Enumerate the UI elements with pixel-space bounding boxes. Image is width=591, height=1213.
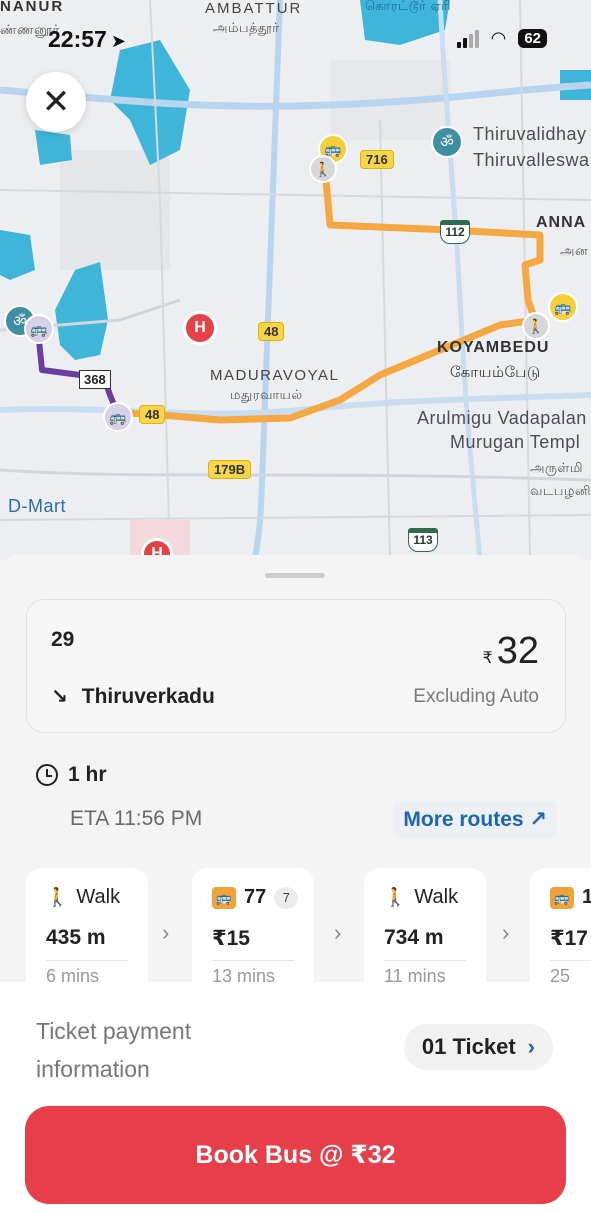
fare-value: 32 xyxy=(496,630,539,672)
leg-distance: 435 m xyxy=(46,926,106,949)
road-shield-48a: 48 xyxy=(258,322,285,341)
leg-card-walk-1[interactable]: 🚶 Walk 435 m 6 mins xyxy=(26,868,148,988)
road-shield-179b: 179B xyxy=(208,460,252,479)
clock-icon xyxy=(36,764,58,786)
highway-shield-112: 112 xyxy=(440,220,470,244)
leg-title: Walk xyxy=(76,886,121,908)
journey-legs[interactable]: 🚶 Walk 435 m 6 mins › 🚌 77 7 ₹15 13 mins… xyxy=(26,868,591,988)
map-label-tamil-topright: கொரட்டூர் ஏரி xyxy=(365,0,452,13)
status-time-text: 22:57 xyxy=(48,26,107,52)
bus-stop-koyambedu-icon[interactable]: 🚌 xyxy=(548,292,578,322)
road-shield-368: 368 xyxy=(79,370,111,389)
hospital-icon[interactable]: H xyxy=(183,311,217,345)
bus-stop-transfer-icon[interactable]: 🚌 xyxy=(103,402,133,432)
leg-title: 16 xyxy=(582,886,591,908)
walk-icon: 🚶 xyxy=(384,887,407,907)
leg-header: 🚶 Walk xyxy=(46,886,120,909)
leg-header: 🚌 77 7 xyxy=(212,886,299,909)
map-label-ambattur: AMBATTUR xyxy=(205,0,303,17)
leg-card-bus-16[interactable]: 🚌 16 ₹17 25 xyxy=(530,868,591,988)
route-details-sheet: 29 ↘ Thiruverkadu ₹ 32 Excluding Auto 1 … xyxy=(0,555,591,988)
leg-card-walk-2[interactable]: 🚶 Walk 734 m 11 mins xyxy=(364,868,486,988)
map-label-koyambedu: KOYAMBEDU xyxy=(437,339,550,356)
map-label-ambattur-tamil: அம்பத்தூர் xyxy=(213,20,280,35)
chevron-right-icon: › xyxy=(334,920,342,945)
leg-title: 77 xyxy=(244,886,267,908)
road-shield-48b: 48 xyxy=(139,405,166,424)
map-label-nanur: NANUR xyxy=(0,0,65,15)
map-label-anna-tamil: அன xyxy=(560,243,589,258)
arrow-down-right-icon: ↘ xyxy=(51,686,68,708)
ticket-count-button[interactable]: 01 Ticket › xyxy=(403,1024,553,1070)
map-label-maduravoyal-tamil: மதுரவாயல் xyxy=(230,387,303,402)
route-number: 29 xyxy=(51,628,75,651)
close-icon: ✕ xyxy=(41,83,71,121)
more-routes-link[interactable]: More routes ↗ xyxy=(393,801,557,838)
leg-divider xyxy=(212,960,294,961)
leg-fare: ₹15 xyxy=(212,927,250,950)
map-label-maduravoyal: MADURAVOYAL xyxy=(210,367,340,384)
map-label-anna: ANNA xyxy=(536,214,587,231)
sheet-drag-handle[interactable] xyxy=(265,573,325,578)
leg-divider xyxy=(46,960,128,961)
fare-note: Excluding Auto xyxy=(413,686,539,707)
bus-icon: 🚌 xyxy=(550,886,574,909)
map-base xyxy=(0,0,591,560)
leg-card-bus-77[interactable]: 🚌 77 7 ₹15 13 mins xyxy=(192,868,314,988)
book-bus-button[interactable]: Book Bus @ ₹32 xyxy=(25,1106,566,1204)
route-destination: ↘ Thiruverkadu xyxy=(51,684,215,709)
temple-icon[interactable]: ॐ xyxy=(431,126,463,158)
highway-shield-113: 113 xyxy=(408,528,438,552)
bus-icon: 🚌 xyxy=(212,886,236,909)
route-summary-card[interactable]: 29 ↘ Thiruverkadu ₹ 32 Excluding Auto xyxy=(26,599,566,733)
close-button[interactable]: ✕ xyxy=(26,72,86,132)
currency-symbol: ₹ xyxy=(482,650,493,667)
eta-text: ETA 11:56 PM xyxy=(70,807,203,830)
duration-text: 1 hr xyxy=(68,763,107,786)
road-shield-716: 716 xyxy=(360,150,394,169)
ticket-count-label: 01 Ticket xyxy=(421,1034,516,1059)
chevron-right-icon: › xyxy=(502,920,510,945)
destination-name: Thiruverkadu xyxy=(81,684,215,708)
stops-count-badge: 7 xyxy=(274,886,299,909)
chevron-right-icon: › xyxy=(527,1034,535,1059)
leg-divider xyxy=(384,960,466,961)
leg-distance: 734 m xyxy=(384,926,444,949)
fare-amount: ₹ 32 xyxy=(483,630,539,673)
map-label-tamil-right-2: வடபழனி xyxy=(530,483,591,498)
map-view[interactable]: NANUR ண்ணனூர் AMBATTUR அம்பத்தூர் கொரட்ட… xyxy=(0,0,591,560)
map-label-dmart[interactable]: D-Mart xyxy=(8,496,66,517)
walk-stop-koyambedu-icon[interactable]: 🚶 xyxy=(522,312,550,340)
leg-fare: ₹17 xyxy=(550,927,588,950)
bus-stop-start-icon[interactable]: 🚌 xyxy=(24,314,54,344)
location-arrow-icon: ➤ xyxy=(110,31,126,51)
map-label-thiruvalleswa: Thiruvalleswa xyxy=(473,150,590,170)
wifi-icon: ◠ xyxy=(490,28,507,48)
chevron-right-icon: › xyxy=(162,920,170,945)
map-label-tamil-right-1: அருள்மி xyxy=(530,460,584,475)
trip-duration: 1 hr xyxy=(36,763,107,787)
leg-header: 🚌 16 xyxy=(550,886,591,909)
leg-title: Walk xyxy=(414,886,459,908)
walk-stop-icon[interactable]: 🚶 xyxy=(309,155,337,183)
booking-panel: Ticket payment information 01 Ticket › B… xyxy=(0,982,591,1213)
leg-divider xyxy=(550,960,591,961)
status-icons: ◠ 62 xyxy=(456,28,547,49)
map-label-koyambedu-tamil: கோயம்பேடு xyxy=(450,364,541,381)
walk-icon: 🚶 xyxy=(46,887,69,907)
leg-header: 🚶 Walk xyxy=(384,886,458,909)
map-label-vadapalani-1: Arulmigu Vadapalan xyxy=(417,408,587,428)
map-label-thiruvalidhaya: Thiruvalidhay xyxy=(473,124,587,144)
battery-indicator: 62 xyxy=(518,29,547,48)
map-label-vadapalani-2: Murugan Templ xyxy=(450,432,581,452)
status-time: 22:57 ➤ xyxy=(48,26,126,53)
signal-icon xyxy=(456,29,479,48)
ticket-payment-label: Ticket payment information xyxy=(36,1018,192,1082)
